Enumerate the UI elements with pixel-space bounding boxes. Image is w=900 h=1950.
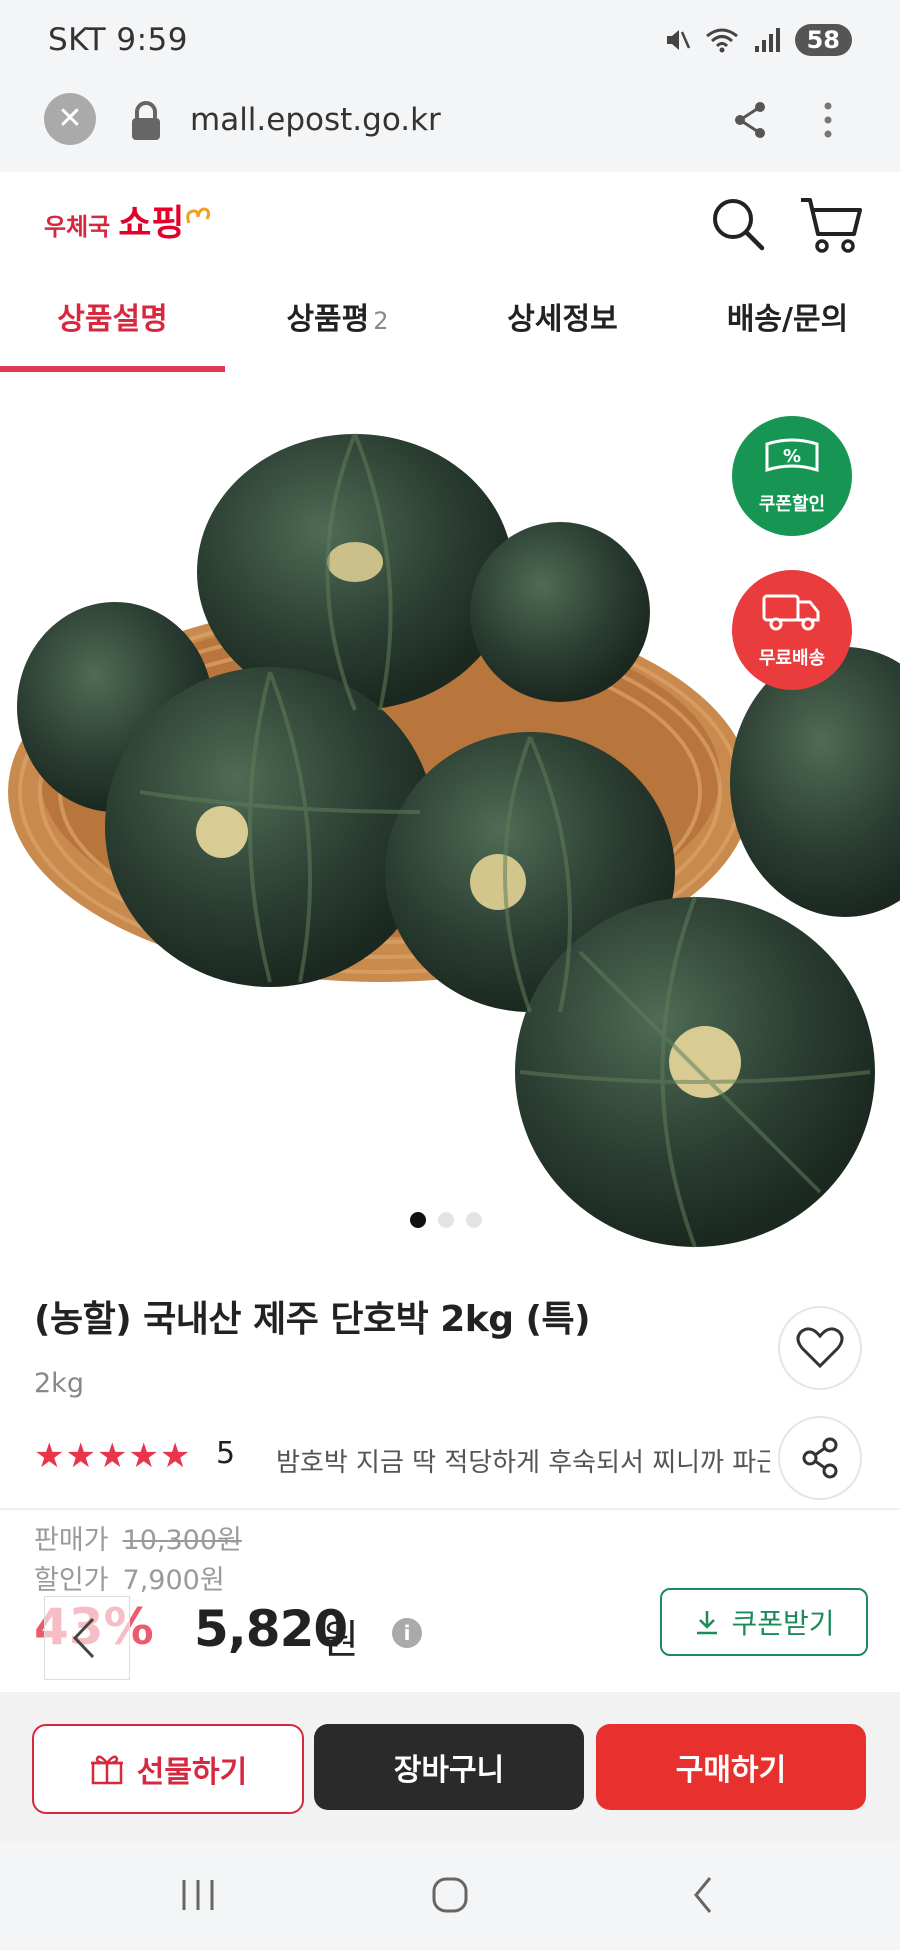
original-price-row: 판매가 10,300원 <box>34 1518 242 1557</box>
coupon-icon: % <box>765 438 819 473</box>
status-icons: 58 <box>663 20 852 60</box>
download-icon <box>697 1611 718 1635</box>
truck-icon <box>762 594 820 631</box>
status-bar: SKT 9:59 58 <box>0 0 900 80</box>
gift-label: 선물하기 <box>136 1755 248 1790</box>
battery-indicator: 58 <box>794 24 852 56</box>
svg-text:%: % <box>783 446 801 467</box>
final-price-unit: 원 <box>322 1617 359 1663</box>
tab-shipping-inquiry[interactable]: 배송/문의 <box>675 280 900 372</box>
purchase-action-bar: 선물하기 장바구니 구매하기 <box>0 1692 900 1842</box>
coupon-badge-label: 쿠폰할인 <box>758 494 826 515</box>
home-icon[interactable] <box>428 1870 472 1920</box>
recent-apps-icon[interactable] <box>178 1870 218 1920</box>
system-nav-bar <box>0 1842 900 1950</box>
heart-logo-icon <box>185 207 210 224</box>
tab-description[interactable]: 상품설명 <box>0 280 225 372</box>
more-options-icon[interactable] <box>818 98 838 142</box>
status-time: SKT 9:59 <box>48 22 189 58</box>
review-snippet[interactable]: 밤호박 지금 딱 적당하게 후숙되서 찌니까 파근하 <box>276 1442 770 1479</box>
signal-icon <box>754 28 780 52</box>
product-title: (농할) 국내산 제주 단호박 2kg (특) <box>34 1299 591 1340</box>
logo-text-big: 쇼핑 <box>118 203 185 244</box>
url-text[interactable]: mall.epost.go.kr <box>190 102 441 138</box>
tab-details[interactable]: 상세정보 <box>450 280 675 372</box>
wishlist-button[interactable] <box>778 1306 862 1390</box>
shipping-badge-label: 무료배송 <box>758 648 826 669</box>
gift-button[interactable]: 선물하기 <box>32 1724 304 1814</box>
discount-price-row: 할인가 7,900원 <box>34 1558 225 1597</box>
product-weight: 2kg <box>34 1368 84 1399</box>
add-to-cart-label: 장바구니 <box>393 1753 505 1788</box>
original-price: 10,300원 <box>122 1525 242 1556</box>
gift-icon <box>90 1755 123 1785</box>
close-tab-button[interactable]: ✕ <box>44 93 96 145</box>
discount-price-label: 할인가 <box>34 1565 109 1596</box>
share-icon <box>802 1437 838 1479</box>
carousel-dot[interactable] <box>438 1212 454 1228</box>
add-to-cart-button[interactable]: 장바구니 <box>314 1724 584 1810</box>
original-price-label: 판매가 <box>34 1525 109 1556</box>
discount-price: 7,900원 <box>122 1565 225 1596</box>
get-coupon-label: 쿠폰받기 <box>731 1607 835 1640</box>
free-shipping-badge[interactable]: 무료배송 <box>732 570 852 690</box>
share-product-button[interactable] <box>778 1416 862 1500</box>
chevron-left-icon <box>72 1617 95 1659</box>
search-icon[interactable] <box>708 194 768 254</box>
carousel-dot-active[interactable] <box>410 1212 426 1228</box>
buy-now-button[interactable]: 구매하기 <box>596 1724 866 1810</box>
back-overlay-button[interactable] <box>44 1596 130 1680</box>
lock-icon <box>132 101 160 140</box>
coupon-discount-badge[interactable]: % 쿠폰할인 <box>732 416 852 536</box>
share-icon[interactable] <box>728 98 772 142</box>
browser-url-bar: ✕ mall.epost.go.kr <box>0 80 900 174</box>
tab-reviews[interactable]: 상품평 2 <box>225 280 450 372</box>
get-coupon-button[interactable]: 쿠폰받기 <box>660 1588 868 1656</box>
carousel-dot[interactable] <box>466 1212 482 1228</box>
buy-now-label: 구매하기 <box>675 1753 787 1788</box>
product-image-carousel[interactable]: % 쿠폰할인 무료배송 <box>0 372 900 1272</box>
wifi-icon <box>705 28 738 53</box>
rating-stars: ★★★★★ <box>34 1436 192 1476</box>
rating-value: 5 <box>216 1436 236 1471</box>
carousel-dots <box>410 1212 482 1228</box>
site-header: 우체국 쇼핑 <box>0 172 900 278</box>
back-icon[interactable] <box>686 1870 722 1920</box>
product-tabs: 상품설명 상품평 2 상세정보 배송/문의 <box>0 280 900 372</box>
cart-icon[interactable] <box>798 194 864 256</box>
review-count: 2 <box>373 307 389 335</box>
site-logo[interactable]: 우체국 쇼핑 <box>44 194 211 246</box>
heart-icon <box>796 1327 844 1369</box>
price-info-icon[interactable]: i <box>392 1618 422 1648</box>
mute-icon <box>666 30 690 50</box>
section-divider <box>0 1508 900 1510</box>
logo-text-small: 우체국 <box>44 213 111 241</box>
